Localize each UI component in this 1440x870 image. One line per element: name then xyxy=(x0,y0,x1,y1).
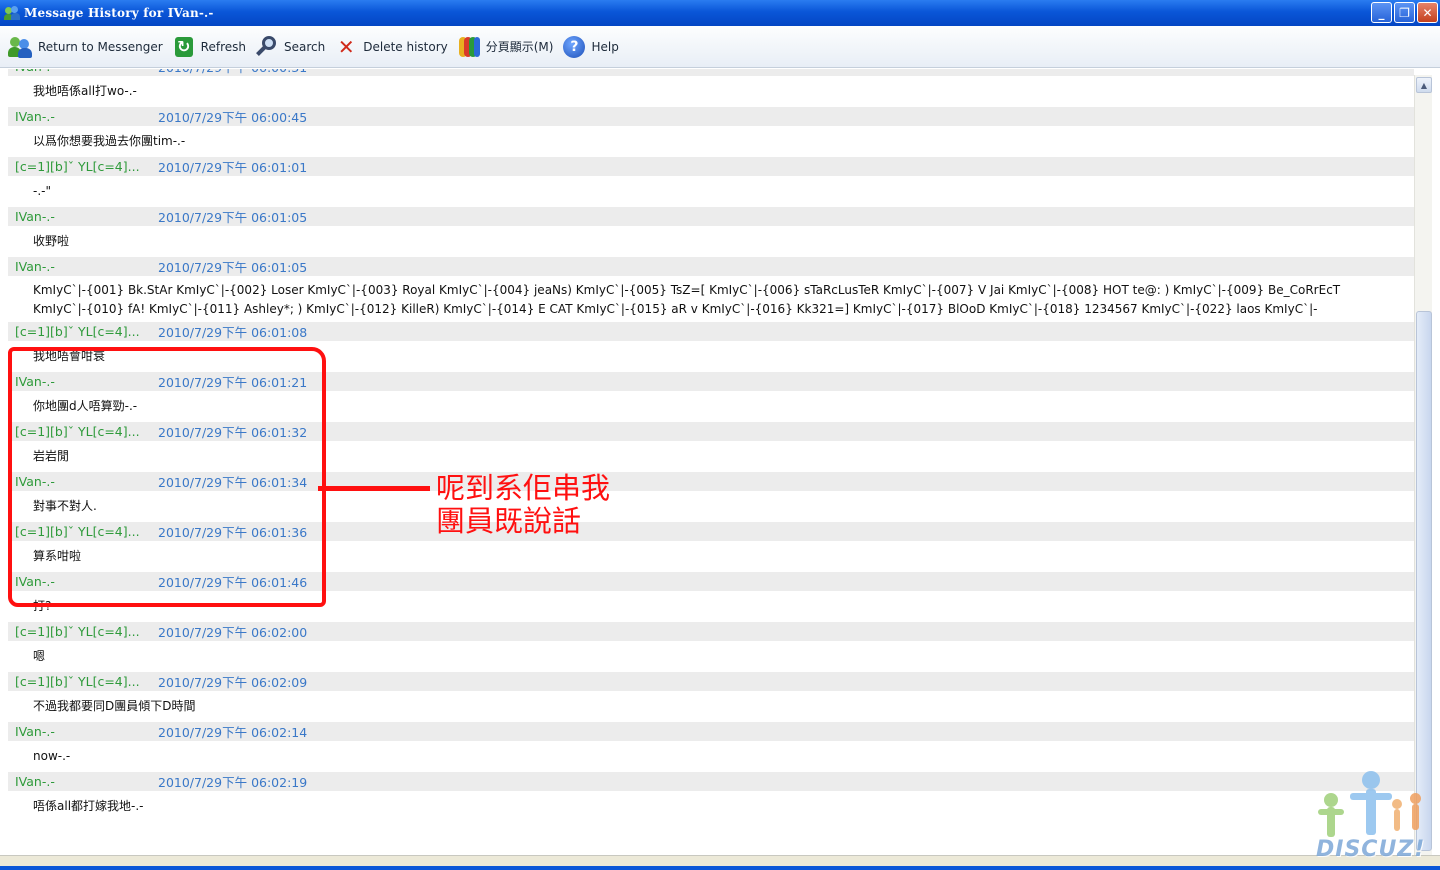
message-header: IVan-.- 2010/7/29下午 06:00:45 xyxy=(8,107,1414,126)
message-entry: [c=1][b]ˇ YL[c=4]... 2010/7/29下午 06:01:01… xyxy=(8,157,1414,207)
message-sender: [c=1][b]ˇ YL[c=4]... xyxy=(15,159,140,174)
refresh-icon: ↻ xyxy=(171,34,197,60)
message-text: -.-" xyxy=(33,184,51,198)
message-entry: IVan-.- 2010/7/29下午 06:02:14 now-.- xyxy=(8,722,1414,772)
window-title: Message History for IVan-.- xyxy=(24,6,214,20)
annotation-pointer-line xyxy=(318,486,430,491)
message-timestamp: 2010/7/29下午 06:02:14 xyxy=(158,725,308,740)
maximize-button[interactable]: ❐ xyxy=(1394,2,1415,23)
message-entry: IVan-.- 2010/7/29下午 06:01:05 KmIyC`|-{001}… xyxy=(8,257,1414,322)
message-sender: IVan-.- xyxy=(15,69,55,74)
messenger-app-icon xyxy=(4,5,20,21)
search-button[interactable]: Search xyxy=(252,30,331,64)
return-to-messenger-label: Return to Messenger xyxy=(38,39,163,54)
close-button[interactable]: ✕ xyxy=(1417,2,1438,23)
annotation-highlight-box xyxy=(8,347,326,607)
delete-history-button[interactable]: ✕ Delete history xyxy=(331,30,454,64)
message-sender: IVan-.- xyxy=(15,109,55,124)
split-view-button[interactable]: 分頁顯示(M) xyxy=(454,30,560,64)
minimize-button[interactable]: _ xyxy=(1371,2,1392,23)
message-sender: [c=1][b]ˇ YL[c=4]... xyxy=(15,674,140,689)
message-header: [c=1][b]ˇ YL[c=4]... 2010/7/29下午 06:02:09 xyxy=(8,672,1414,691)
messenger-icon xyxy=(8,34,34,60)
message-header: [c=1][b]ˇ YL[c=4]... 2010/7/29下午 06:02:00 xyxy=(8,622,1414,641)
message-entry: IVan-.- 2010/7/29下午 06:01:05 收野啦 xyxy=(8,207,1414,257)
message-text: 收野啦 xyxy=(33,234,70,248)
refresh-label: Refresh xyxy=(200,39,246,54)
return-to-messenger-button[interactable]: Return to Messenger xyxy=(6,30,169,64)
message-header: [c=1][b]ˇ YL[c=4]... 2010/7/29下午 06:01:01 xyxy=(8,157,1414,176)
message-sender: [c=1][b]ˇ YL[c=4]... xyxy=(15,324,140,339)
split-view-icon xyxy=(456,34,482,60)
annotation-text: 呢到系佢串我 團員既說話 xyxy=(436,471,611,538)
help-button[interactable]: ? Help xyxy=(559,30,624,64)
message-timestamp: 2010/7/29下午 06:02:19 xyxy=(158,775,308,790)
message-timestamp: 2010/7/29下午 06:02:09 xyxy=(158,675,308,690)
split-view-label: 分頁顯示(M) xyxy=(485,40,554,54)
message-text: now-.- xyxy=(33,749,71,763)
message-timestamp: 2010/7/29下午 06:01:05 xyxy=(158,210,308,225)
message-text: 嗯 xyxy=(33,649,46,663)
message-sender: IVan-.- xyxy=(15,724,55,739)
message-text: 不過我都要同D團員傾下D時間 xyxy=(33,699,196,713)
message-timestamp: 2010/7/29下午 06:01:05 xyxy=(158,260,308,275)
message-timestamp: 2010/7/29下午 06:01:08 xyxy=(158,325,308,340)
delete-history-label: Delete history xyxy=(363,39,448,54)
message-entry: IVan-.- 2010/7/29下午 06:00:45 以爲你想要我過去你團tim… xyxy=(8,107,1414,157)
message-text: 以爲你想要我過去你團tim-.- xyxy=(33,134,186,148)
search-icon xyxy=(254,34,280,60)
message-entry: IVan-.- 2010/7/29下午 06:02:19 唔係all都打嫁我地-.- xyxy=(8,772,1414,822)
message-sender: IVan-.- xyxy=(15,774,55,789)
refresh-button[interactable]: ↻ Refresh xyxy=(169,30,252,64)
message-timestamp: 2010/7/29下午 06:01:01 xyxy=(158,160,308,175)
message-entry: [c=1][b]ˇ YL[c=4]... 2010/7/29下午 06:02:00… xyxy=(8,622,1414,672)
message-header: IVan-.- 2010/7/29下午 06:01:05 xyxy=(8,207,1414,226)
scroll-up-arrow-icon[interactable]: ▲ xyxy=(1416,77,1432,93)
toolbar: Return to Messenger ↻ Refresh Search ✕ D… xyxy=(0,26,1440,68)
message-sender: [c=1][b]ˇ YL[c=4]... xyxy=(15,624,140,639)
vertical-scrollbar[interactable]: ▲ xyxy=(1414,75,1432,855)
message-text: KmIyC`|-{001} Bk.StAr KmIyC`|-{002} Lose… xyxy=(33,283,1341,316)
message-sender: IVan-.- xyxy=(15,259,55,274)
message-sender: IVan-.- xyxy=(15,209,55,224)
message-text: 唔係all都打嫁我地-.- xyxy=(33,799,144,813)
message-header: IVan-.- 2010/7/29下午 06:02:14 xyxy=(8,722,1414,741)
message-header: IVan-.- 2010/7/29下午 06:02:19 xyxy=(8,772,1414,791)
search-label: Search xyxy=(284,39,326,54)
message-header: IVan-.- 2010/7/29下午 06:01:05 xyxy=(8,257,1414,276)
window-bottom-border xyxy=(0,855,1440,870)
message-header: [c=1][b]ˇ YL[c=4]... 2010/7/29下午 06:01:08 xyxy=(8,322,1414,341)
message-header: IVan-.- 2010/7/29下午 06:00:31 xyxy=(8,69,1414,76)
message-timestamp: 2010/7/29下午 06:00:31 xyxy=(158,69,307,76)
message-entry: IVan-.- 2010/7/29下午 06:00:31 我地唔係all打wo-.- xyxy=(8,69,1414,107)
message-timestamp: 2010/7/29下午 06:00:45 xyxy=(158,110,308,125)
message-timestamp: 2010/7/29下午 06:02:00 xyxy=(158,625,308,640)
message-text: 我地唔係all打wo-.- xyxy=(33,84,137,98)
message-entry: [c=1][b]ˇ YL[c=4]... 2010/7/29下午 06:02:09… xyxy=(8,672,1414,722)
delete-icon: ✕ xyxy=(337,34,355,59)
watermark-text: DISCUZ! xyxy=(1316,837,1426,862)
discuz-watermark: DISCUZ! xyxy=(1310,765,1436,865)
help-icon: ? xyxy=(561,34,587,60)
help-label: Help xyxy=(591,39,619,54)
window-controls: _ ❐ ✕ xyxy=(1371,2,1438,23)
title-bar: Message History for IVan-.- _ ❐ ✕ xyxy=(0,0,1440,26)
